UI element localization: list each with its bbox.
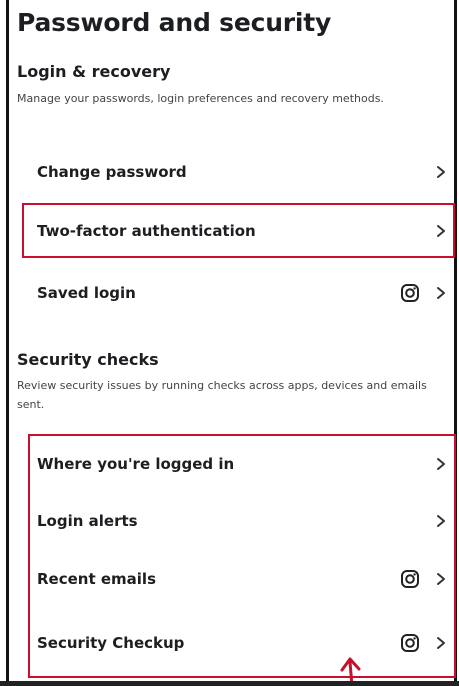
change-password-item[interactable]: Change password: [22, 143, 454, 201]
saved-login-label: Saved login: [37, 284, 136, 302]
section-title-login-recovery: Login & recovery: [17, 62, 171, 81]
page-title: Password and security: [17, 8, 332, 37]
section-description-security-checks: Review security issues by running checks…: [17, 379, 427, 411]
section-description-login-recovery: Manage your passwords, login preferences…: [17, 92, 384, 105]
chevron-right-icon: [437, 287, 445, 299]
highlight-box-two-factor: [22, 203, 455, 258]
chevron-right-icon: [437, 166, 445, 178]
section-title-security-checks: Security checks: [17, 350, 159, 369]
instagram-icon: [401, 284, 419, 302]
change-password-label: Change password: [37, 163, 187, 181]
saved-login-item[interactable]: Saved login: [22, 264, 454, 322]
highlight-box-security-checks: [28, 434, 456, 678]
bottom-border: [0, 681, 459, 686]
